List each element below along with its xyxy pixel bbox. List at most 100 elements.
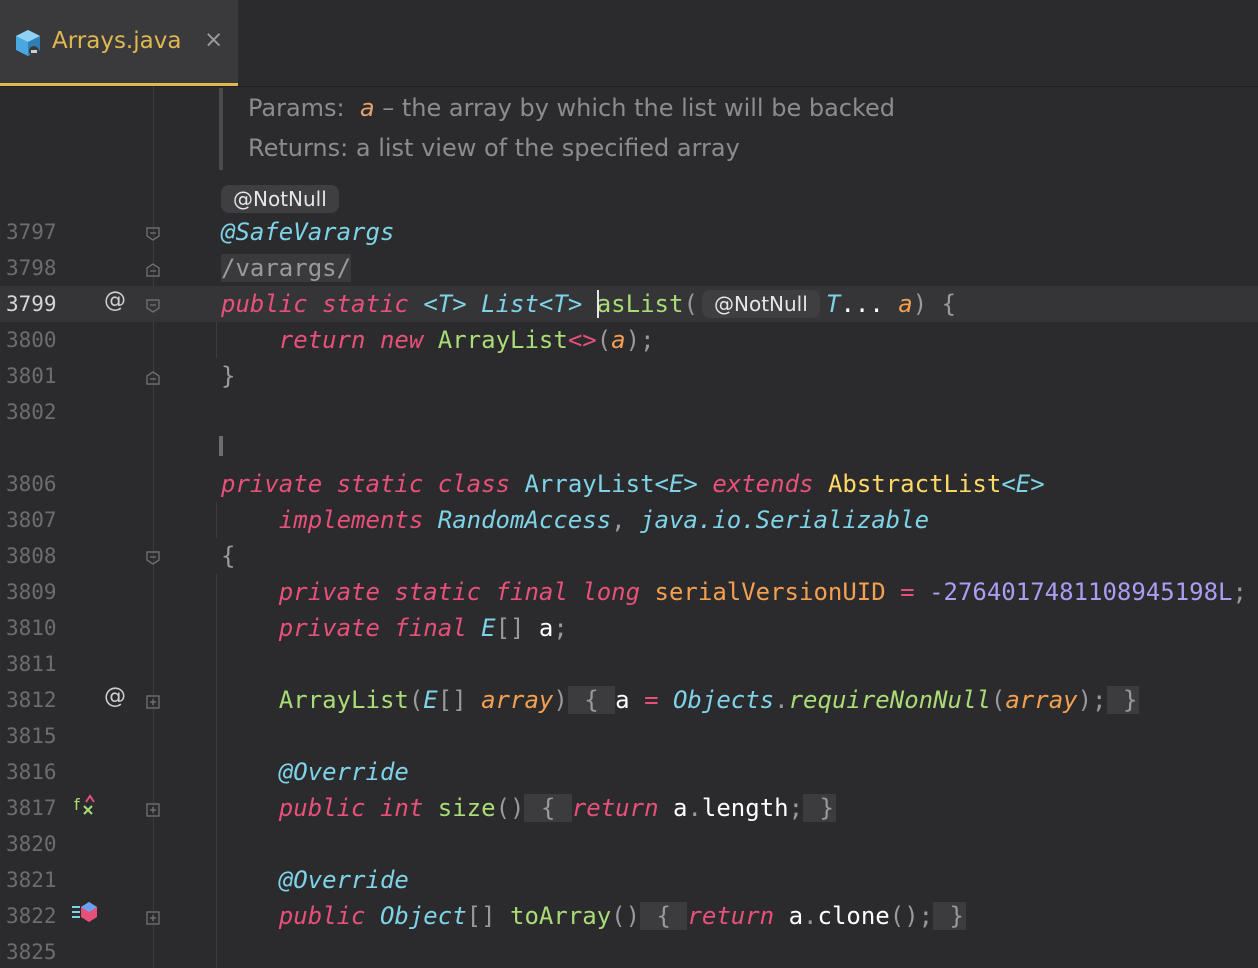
- type-param: <E>: [654, 470, 698, 498]
- line-number: 3806: [6, 472, 57, 496]
- field-name: serialVersionUID: [654, 578, 886, 606]
- variable: a: [611, 326, 626, 354]
- fold-end-icon[interactable]: [145, 370, 161, 386]
- line-number-current: 3799: [6, 292, 57, 316]
- varargs-dots: ...: [840, 290, 884, 318]
- annotation: @Override: [278, 866, 409, 894]
- line-number: 3817: [6, 796, 57, 820]
- annotation-marker-icon[interactable]: @: [104, 684, 126, 709]
- code-line-3800: return new ArrayList<>(a);: [278, 326, 655, 354]
- line-number: 3812: [6, 688, 57, 712]
- doc-param-desc: – the array by which the list will be ba…: [374, 94, 896, 122]
- keyword: final: [394, 614, 467, 642]
- keyword: private: [278, 578, 380, 606]
- code-line-3812: ArrayList(E[] array) { a = Objects.requi…: [278, 686, 1140, 714]
- type-param: <T>: [538, 290, 583, 318]
- keyword: static: [394, 578, 482, 606]
- keyword: private: [278, 614, 380, 642]
- line-number: 3822: [6, 904, 57, 928]
- code-line-3808: {: [221, 542, 236, 570]
- keyword: return: [571, 794, 659, 822]
- line-number: 3811: [6, 652, 57, 676]
- fold-start-icon[interactable]: [145, 226, 161, 242]
- type-name: E: [423, 686, 438, 714]
- class-name: Objects: [672, 686, 775, 714]
- annotation-marker-icon[interactable]: @: [104, 288, 126, 313]
- fold-expand-icon[interactable]: [145, 802, 161, 818]
- field-name: a: [538, 614, 554, 642]
- field-name: a: [615, 686, 630, 714]
- fold-expand-icon[interactable]: [145, 694, 161, 710]
- line-number: 3797: [6, 220, 57, 244]
- type-name: E: [481, 614, 496, 642]
- type-param: <T>: [423, 290, 467, 318]
- doc-params-line: Params: a – the array by which the list …: [248, 94, 895, 122]
- param-name: a: [898, 290, 913, 318]
- line-number: 3802: [6, 400, 57, 424]
- param-name: array: [481, 686, 554, 714]
- line-number: 3800: [6, 328, 57, 352]
- code-line-3799-cont: T... a) {: [826, 290, 957, 318]
- code-line-3817: public int size() { return a.length; }: [278, 794, 836, 822]
- type-param: <E>: [1001, 470, 1045, 498]
- keyword: public: [278, 902, 366, 930]
- code-line-3821: @Override: [221, 862, 409, 898]
- indent-guide: [216, 574, 217, 968]
- annotation: @SafeVarargs: [221, 218, 395, 246]
- method-name: clone: [817, 902, 890, 930]
- line-number: 3820: [6, 832, 57, 856]
- implementing-method-icon[interactable]: [72, 900, 98, 930]
- code-line-3816: @Override: [221, 754, 409, 790]
- code-line-3809: private static final long serialVersionU…: [278, 578, 1247, 606]
- type-name: List: [481, 290, 539, 318]
- folded-comment[interactable]: /varargs/: [221, 254, 352, 282]
- type-name: T: [826, 290, 841, 318]
- code-line-3797: @SafeVarargs: [221, 214, 394, 250]
- code-line-3810: private final E[] a;: [278, 614, 568, 642]
- tab-title: Arrays.java: [52, 28, 182, 54]
- indent-guide: [216, 322, 217, 358]
- indent-guide: [216, 502, 217, 538]
- line-number: 3825: [6, 940, 57, 964]
- fold-end-icon[interactable]: [145, 262, 161, 278]
- gutter-divider: [153, 86, 154, 968]
- line-number: 3801: [6, 364, 57, 388]
- code-line-3822: public Object[] toArray() { return a.clo…: [278, 902, 967, 930]
- keyword: public: [278, 794, 366, 822]
- field-name: a: [672, 794, 688, 822]
- fold-start-icon[interactable]: [145, 298, 161, 314]
- method-name: asList: [596, 290, 684, 318]
- line-number: 3808: [6, 544, 57, 568]
- keyword: extends: [712, 470, 814, 498]
- tab-arrays-java[interactable]: Arrays.java ×: [0, 0, 238, 86]
- close-tab-icon[interactable]: ×: [204, 27, 223, 53]
- text-marker: [219, 436, 223, 456]
- inlay-notnull-hint[interactable]: @NotNull: [702, 290, 820, 318]
- keyword: class: [437, 470, 511, 498]
- line-number: 3816: [6, 760, 57, 784]
- fold-start-icon[interactable]: [145, 550, 161, 566]
- field-name: a: [788, 902, 804, 930]
- doc-param-name: a: [359, 94, 375, 122]
- method-name: requireNonNull: [788, 686, 991, 714]
- type-name: Object: [379, 902, 467, 930]
- fold-expand-icon[interactable]: [145, 910, 161, 926]
- class-name: AbstractList: [827, 470, 1002, 498]
- number-literal: -2764017481108945198L: [929, 578, 1233, 606]
- field-name: length: [701, 794, 789, 822]
- code-line-3806: private static class ArrayList<E> extend…: [221, 466, 1045, 502]
- code-line-3799: public static <T> List<T> asList(: [221, 290, 698, 318]
- overrides-method-icon[interactable]: f: [74, 792, 98, 822]
- keyword: implements: [278, 506, 424, 534]
- line-number: 3815: [6, 724, 57, 748]
- doc-comment-bar: [219, 88, 223, 170]
- type-name: ArrayList: [437, 326, 568, 354]
- line-number: 3798: [6, 256, 57, 280]
- keyword: public: [221, 290, 308, 318]
- code-line-3798: /varargs/: [221, 250, 352, 286]
- method-name: toArray: [510, 902, 612, 930]
- keyword: int: [379, 794, 424, 822]
- editor-tab-bar: Arrays.java ×: [0, 0, 1258, 87]
- inlay-notnull-hint[interactable]: @NotNull: [221, 185, 339, 213]
- svg-text:f: f: [74, 795, 80, 814]
